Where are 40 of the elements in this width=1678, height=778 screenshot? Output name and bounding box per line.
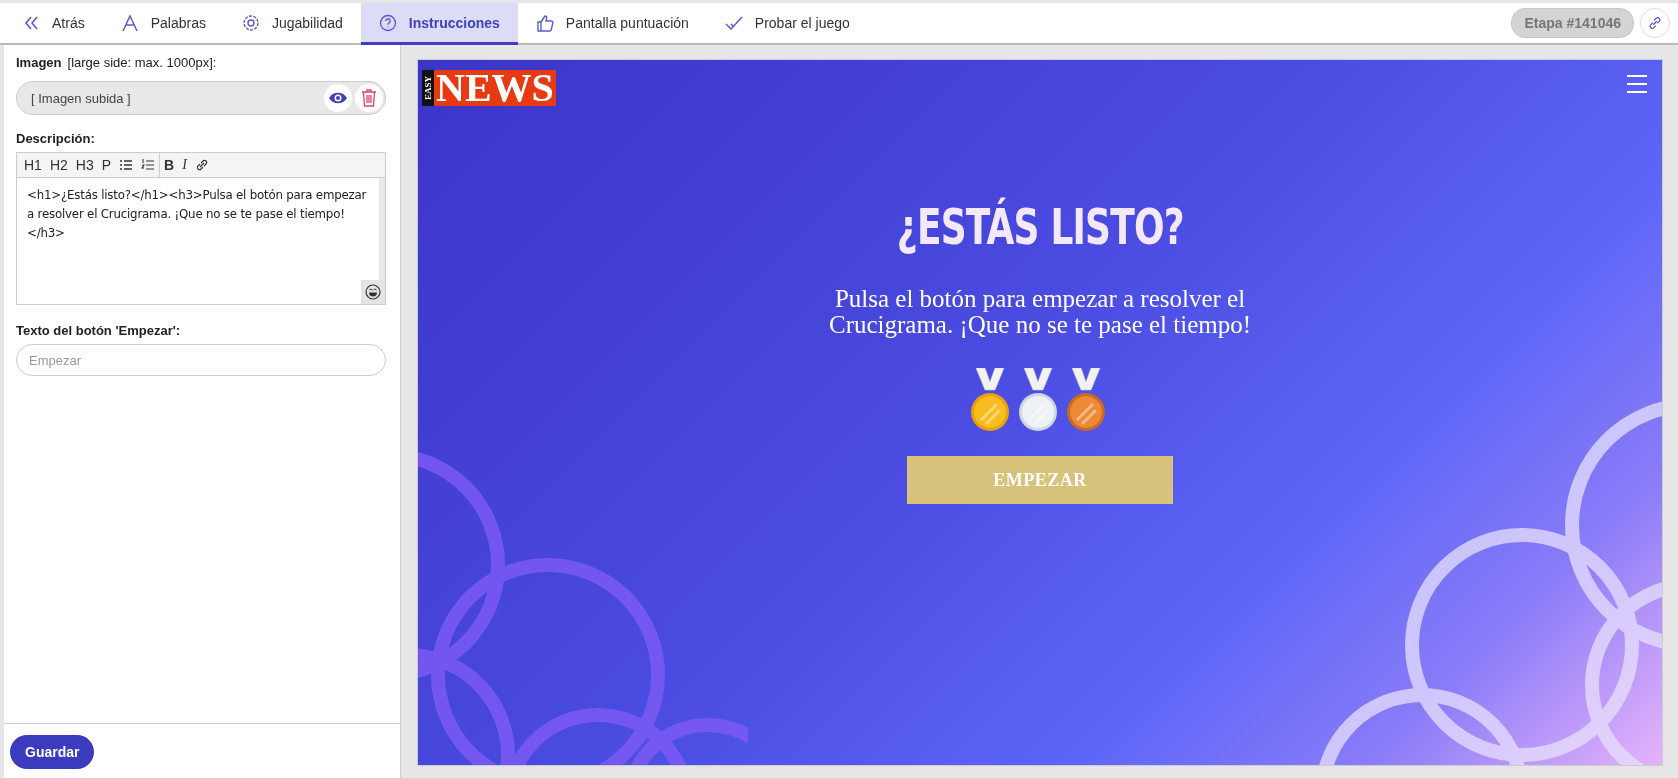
menu-icon[interactable] [1626,74,1648,94]
description-field[interactable]: <h1>¿Estás listo?</h1><h3>Pulsa el botón para empezar a resolver el Crucigrama. ¡Que no se te pase el tiempo!</h3> [17,178,385,304]
image-field[interactable]: [ Imagen subida ] [16,81,386,115]
description-label: Descripción: [16,131,96,146]
preview-title: ¿ESTÁS LISTO? [896,198,1184,256]
image-hint: [large side: max. 1000px]: [67,55,217,70]
delete-button[interactable] [355,84,383,112]
preview-button[interactable] [324,84,352,112]
numbered-list-icon[interactable] [141,158,156,172]
settings-icon [241,13,260,32]
link-button[interactable] [1640,8,1670,38]
trash-icon [361,89,377,107]
emoji-button[interactable] [361,280,385,304]
tab[interactable]: Atrás [4,3,103,45]
preview-subtitle: Pulsa el botón para empezar a resolver el Crucigrama. ¡Que no se te pase el tiempo! [827,286,1253,338]
tab[interactable]: Palabras [102,3,224,45]
thumbs-up-icon [535,13,554,32]
toolbar-button[interactable]: I [182,157,187,173]
save-button[interactable]: Guardar [10,735,95,769]
tab[interactable]: Jugabilidad [223,3,361,45]
tab[interactable]: Probar el juego [706,3,868,45]
news-logo: EASY NEWS [422,70,556,106]
button-text-field[interactable]: Empezar [16,344,386,376]
tab[interactable]: Instrucciones [360,3,518,45]
stage-badge: Etapa #141046 [1511,8,1634,38]
toolbar-button[interactable]: H1 [24,157,42,173]
bullet-list-icon[interactable] [119,158,134,172]
link-icon [1647,15,1663,31]
toolbar-button[interactable]: B [164,157,175,173]
image-label: Imagen [16,55,62,70]
eye-icon [328,91,348,105]
help-icon [378,13,397,32]
button-text-label: Texto del botón 'Empezar': [16,323,182,338]
toolbar-button[interactable]: P [101,157,112,173]
smiley-icon [365,284,381,300]
toolbar-button[interactable]: H3 [75,157,94,173]
tab[interactable]: Pantalla puntuación [517,3,707,45]
link-icon[interactable] [194,158,209,172]
words-icon [120,13,139,32]
toolbar-button[interactable]: H2 [49,157,68,173]
